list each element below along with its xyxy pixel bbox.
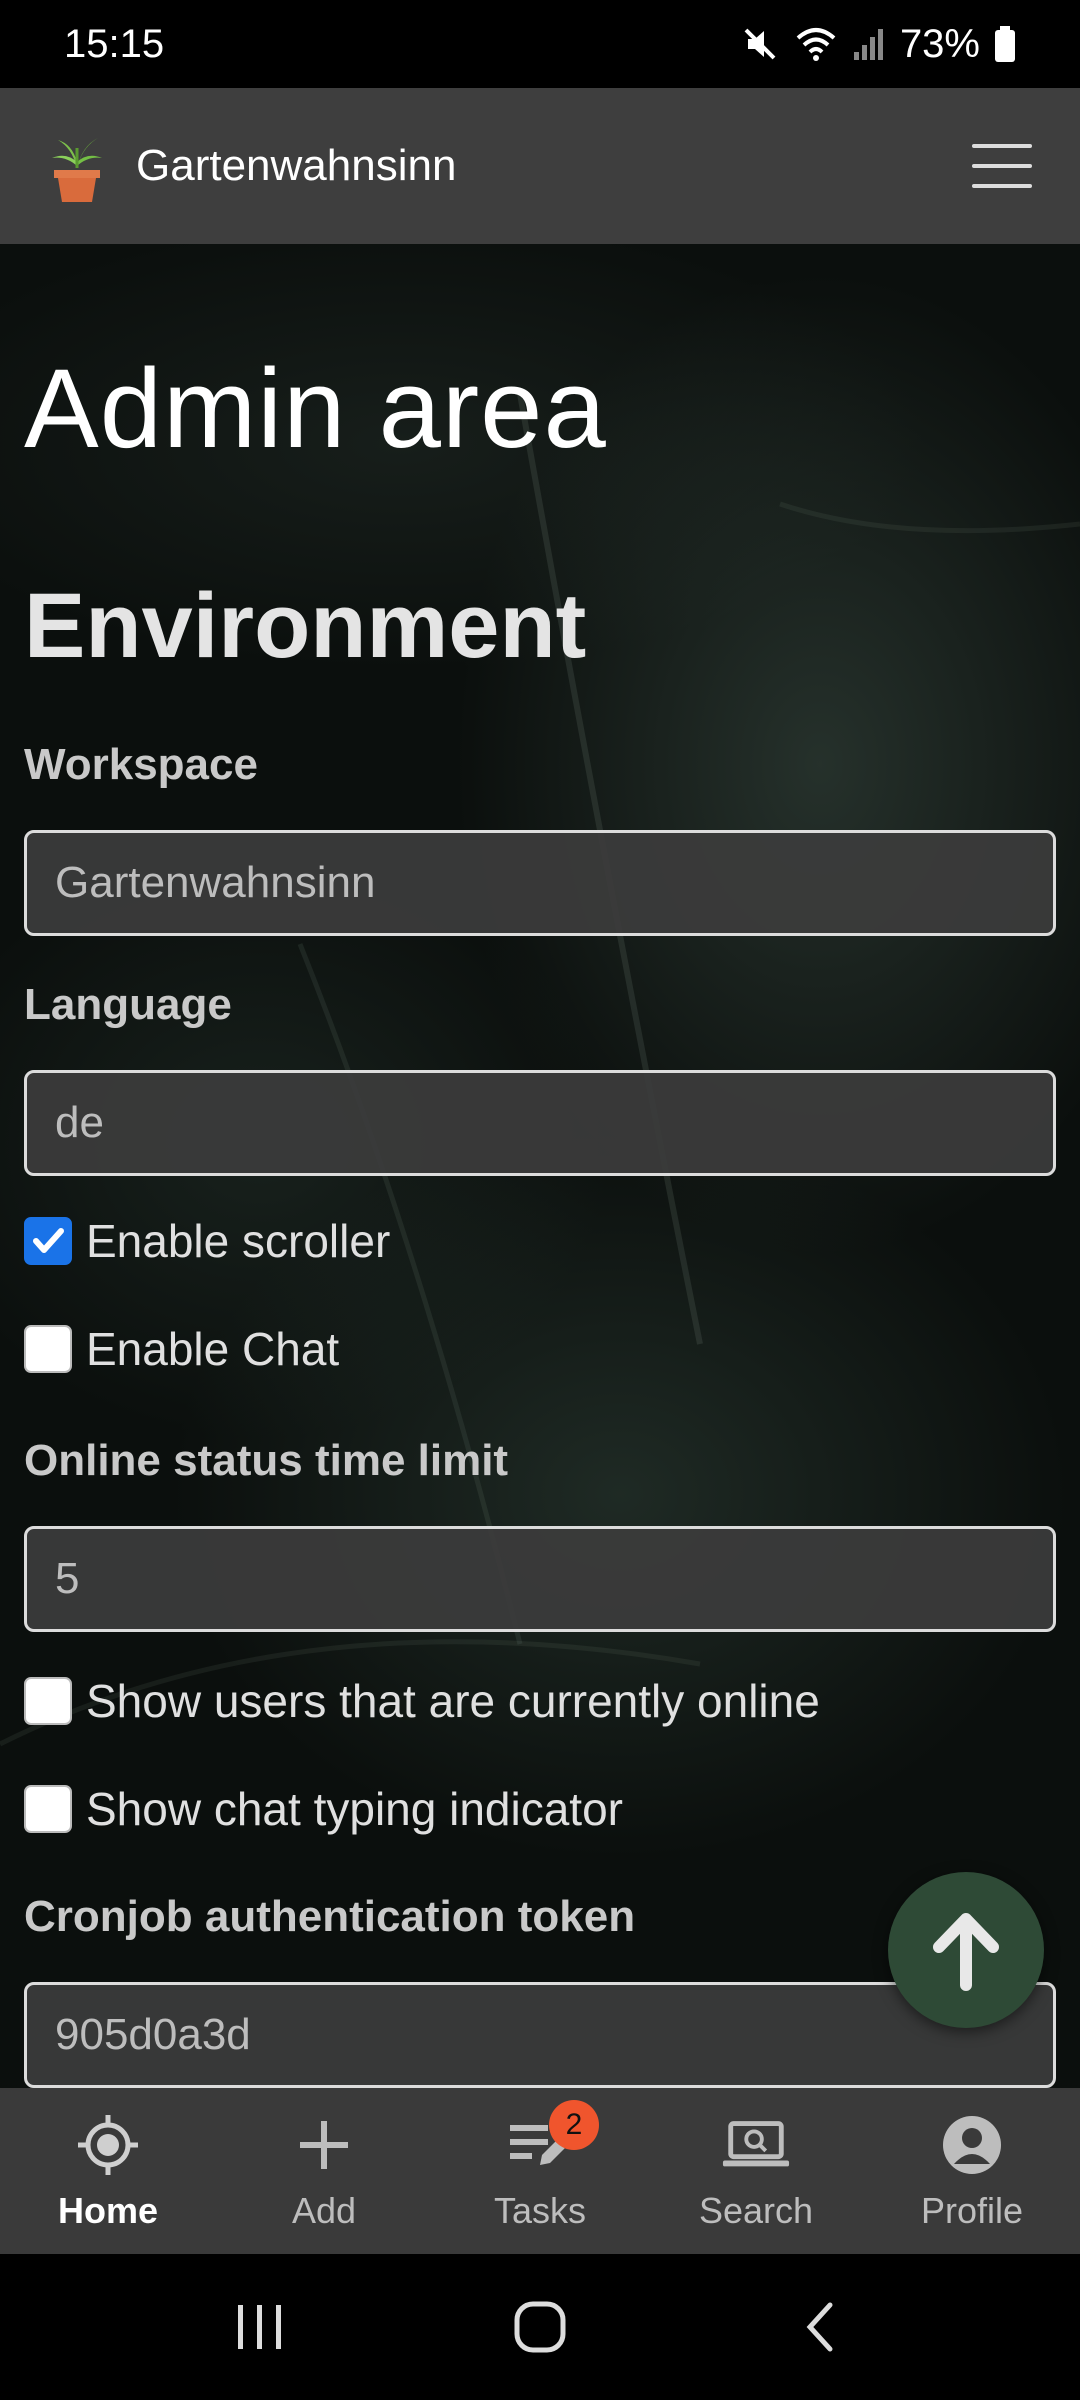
cron-token-label: Cronjob authentication token (24, 1892, 636, 1941)
home-button[interactable] (490, 2277, 590, 2377)
checkbox-enable-chat[interactable]: Enable Chat (24, 1322, 339, 1376)
hamburger-menu-icon[interactable] (972, 144, 1032, 188)
section-title: Environment (24, 575, 587, 677)
checkbox-label: Enable scroller (86, 1215, 391, 1267)
app-title: Gartenwahnsinn (136, 141, 457, 190)
status-bar: 15:15 73% (0, 0, 1080, 88)
nav-home[interactable]: Home (0, 2088, 216, 2254)
checkbox-unchecked-icon[interactable] (24, 1785, 72, 1833)
plus-icon (289, 2110, 359, 2180)
page-title: Admin area (24, 346, 607, 471)
checkbox-unchecked-icon[interactable] (24, 1325, 72, 1373)
tasks-badge: 2 (549, 2100, 599, 2150)
potted-plant-icon (52, 138, 102, 202)
status-time: 15:15 (64, 21, 165, 66)
checkbox-typing-indicator[interactable]: Show chat typing indicator (24, 1782, 623, 1836)
checkbox-checked-icon[interactable] (24, 1217, 72, 1265)
crosshair-icon (73, 2110, 143, 2180)
app-header: Gartenwahnsinn (0, 88, 1080, 244)
cron-token-input[interactable] (24, 1982, 1056, 2088)
nav-label: Tasks (493, 2190, 587, 2231)
nav-label: Search (698, 2190, 814, 2231)
recent-apps-icon (238, 2305, 281, 2349)
arrow-up-icon (933, 1913, 999, 1991)
checkbox-label: Show chat typing indicator (86, 1783, 623, 1835)
signal-icon (853, 29, 883, 60)
workspace-label: Workspace (24, 740, 258, 789)
nav-label: Profile (920, 2190, 1024, 2231)
scroll-to-top-button[interactable] (888, 1872, 1044, 2028)
battery-icon (995, 26, 1015, 62)
nav-label: Home (57, 2190, 159, 2231)
wifi-icon (796, 28, 836, 61)
language-input[interactable] (24, 1070, 1056, 1176)
recent-apps-button[interactable] (210, 2277, 310, 2377)
battery-percent: 73% (899, 21, 980, 66)
user-circle-icon (937, 2110, 1007, 2180)
bottom-nav: Home Add 2 Tasks Search Profile (0, 2088, 1080, 2254)
nav-label: Add (291, 2190, 357, 2231)
main-content: Admin area Environment Workspace Languag… (0, 244, 1080, 2088)
checkbox-enable-scroller[interactable]: Enable scroller (24, 1214, 390, 1268)
workspace-input[interactable] (24, 830, 1056, 936)
language-label: Language (24, 980, 232, 1029)
system-nav-bar (0, 2254, 1080, 2400)
checkbox-show-online-users[interactable]: Show users that are currently online (24, 1674, 820, 1728)
back-button[interactable] (770, 2277, 870, 2377)
nav-search[interactable]: Search (648, 2088, 864, 2254)
status-icons: 73% (740, 22, 1016, 67)
online-limit-input[interactable] (24, 1526, 1056, 1632)
checkbox-unchecked-icon[interactable] (24, 1677, 72, 1725)
checkbox-label: Show users that are currently online (86, 1675, 820, 1727)
online-limit-label: Online status time limit (24, 1436, 509, 1485)
mute-icon (744, 28, 776, 60)
home-circle-icon (514, 2301, 566, 2353)
laptop-search-icon (721, 2110, 791, 2180)
back-chevron-icon (806, 2302, 833, 2352)
checkbox-label: Enable Chat (86, 1323, 340, 1375)
tasks-edit-icon: 2 (505, 2100, 599, 2180)
brand[interactable]: Gartenwahnsinn (48, 128, 456, 204)
nav-tasks[interactable]: 2 Tasks (432, 2088, 648, 2254)
nav-add[interactable]: Add (216, 2088, 432, 2254)
nav-profile[interactable]: Profile (864, 2088, 1080, 2254)
